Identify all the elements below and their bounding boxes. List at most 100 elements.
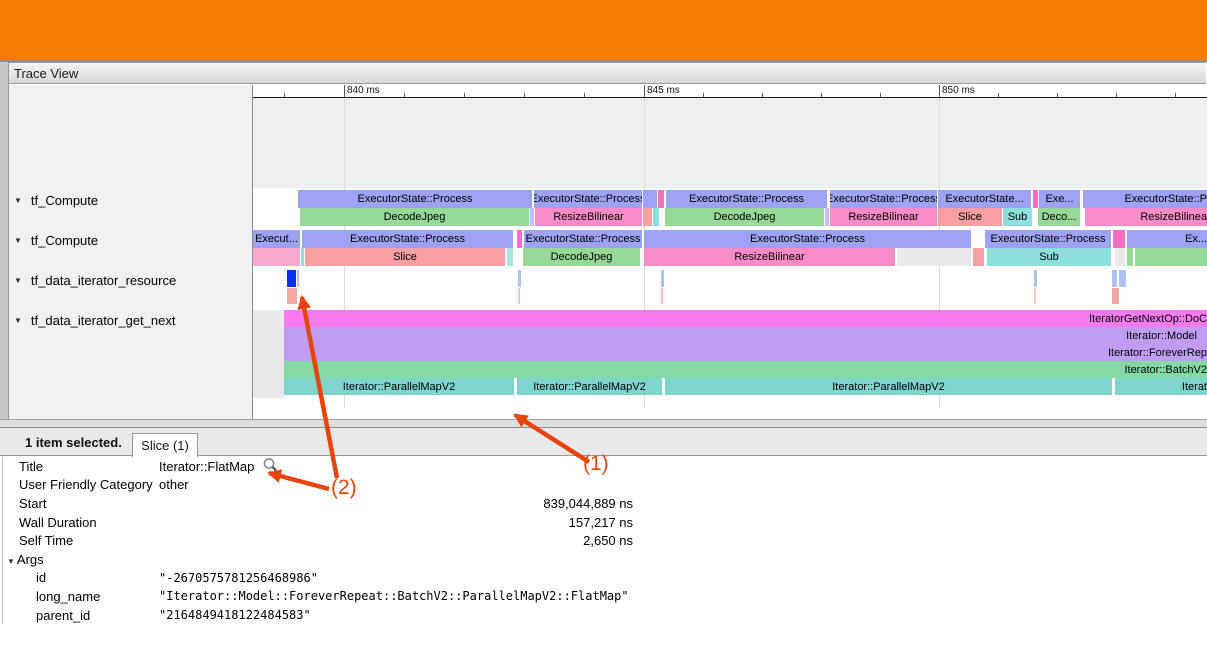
trace-slice[interactable] xyxy=(1119,270,1126,287)
trace-slice[interactable]: Ex... xyxy=(1127,230,1207,248)
detail-row-user-friendly-category: User Friendly Categoryother xyxy=(3,476,1203,495)
trace-slice[interactable] xyxy=(1112,288,1119,304)
trace-slice[interactable] xyxy=(1034,270,1037,287)
trace-slice[interactable] xyxy=(1113,230,1125,248)
trace-view-title: Trace View xyxy=(14,66,78,81)
trace-slice[interactable]: Iterator::Model xyxy=(284,327,1207,344)
trace-slice[interactable]: ResizeBilinea xyxy=(1085,208,1207,226)
trace-slice[interactable] xyxy=(518,270,521,287)
magnifier-icon[interactable] xyxy=(262,457,278,476)
trace-slice[interactable] xyxy=(658,190,664,208)
trace-slice[interactable]: Execut... xyxy=(253,230,300,248)
trace-slice[interactable] xyxy=(253,248,300,266)
track-label-1[interactable]: ▼ tf_Compute xyxy=(14,232,98,248)
detail-row-long-name: long_name"Iterator::Model::ForeverRepeat… xyxy=(3,587,1203,606)
trace-slice[interactable] xyxy=(643,190,657,208)
detail-row-title: TitleIterator::FlatMap xyxy=(3,457,1203,476)
trace-slice[interactable]: ResizeBilinear xyxy=(535,208,642,226)
trace-slice[interactable]: ExecutorState::Process xyxy=(830,190,937,208)
detail-row-id: id"-2670575781256468986" xyxy=(3,569,1203,588)
track-label-2[interactable]: ▼tf_data_iterator_resource xyxy=(14,272,176,288)
trace-slice[interactable]: ExecutorState::Process xyxy=(985,230,1111,248)
trace-slice[interactable] xyxy=(653,208,659,226)
trace-slice[interactable]: Sub xyxy=(1003,208,1032,226)
ruler-tick-major xyxy=(344,85,345,97)
trace-slice[interactable] xyxy=(301,248,304,266)
ruler-tick-minor xyxy=(1175,93,1176,97)
trace-slice[interactable]: ExecutorState::Process xyxy=(298,190,532,208)
trace-slice[interactable] xyxy=(297,270,299,287)
trace-slice[interactable]: IteratorGetNextOp::DoC xyxy=(284,310,1207,327)
trace-slice[interactable]: ExecutorState::P xyxy=(1083,190,1207,208)
args-group-label[interactable]: ▼Args xyxy=(3,552,154,567)
top-banner xyxy=(0,0,1207,62)
trace-slice[interactable] xyxy=(517,230,522,248)
trace-slice[interactable] xyxy=(897,248,971,266)
empty-track-area xyxy=(253,98,1207,188)
trace-viewer-window: Trace View ▼ tf_Compute ▼ tf_Compute ▼tf_dat… xyxy=(0,0,1207,664)
trace-slice[interactable] xyxy=(825,208,829,226)
trace-slice[interactable]: Exe... xyxy=(1039,190,1080,208)
trace-slice[interactable] xyxy=(1034,288,1036,304)
detail-value: other xyxy=(159,477,189,492)
trace-slice[interactable]: Iterator::ParallelMapV2 xyxy=(284,378,514,395)
trace-slice[interactable]: Slice xyxy=(938,208,1002,226)
trace-slice[interactable]: ExecutorState::Process xyxy=(302,230,513,248)
trace-slice[interactable]: Slice xyxy=(305,248,505,266)
trace-slice[interactable] xyxy=(1127,248,1133,266)
trace-slice[interactable] xyxy=(1112,270,1117,287)
resource-bottom-row xyxy=(253,288,1207,304)
trace-slice[interactable]: DecodeJpeg xyxy=(665,208,824,226)
trace-slice[interactable]: ExecutorState::Process xyxy=(524,230,642,248)
selection-count-text: 1 item selected. xyxy=(25,435,122,450)
trace-slice[interactable] xyxy=(661,288,663,304)
ruler-tick-minor xyxy=(1057,93,1058,97)
selected-trace-slice[interactable] xyxy=(287,270,296,287)
ruler-tick-major xyxy=(939,85,940,97)
trace-slice[interactable] xyxy=(661,270,664,287)
trace-slice[interactable] xyxy=(518,288,520,304)
trace-slice[interactable] xyxy=(507,248,513,266)
track-label-text: tf_Compute xyxy=(31,193,98,208)
trace-slice[interactable] xyxy=(1135,248,1207,266)
args-collapse-triangle-icon[interactable]: ▼ xyxy=(7,557,15,566)
track-label-3[interactable]: ▼tf_data_iterator_get_next xyxy=(14,312,175,328)
trace-slice[interactable] xyxy=(1115,248,1125,266)
trace-slice[interactable]: Iterator::ParallelMapV2 xyxy=(665,378,1112,395)
trace-slice[interactable]: Sub xyxy=(987,248,1111,266)
detail-value: "Iterator::Model::ForeverRepeat::BatchV2… xyxy=(159,589,629,603)
trace-slice[interactable]: Iterator::ParallelMapV2 xyxy=(517,378,662,395)
trace-slice[interactable]: Iterator::BatchV2 xyxy=(284,361,1207,378)
detail-value: "2164849418122484583" xyxy=(159,608,311,622)
trace-slice[interactable]: ExecutorState::Process xyxy=(644,230,971,248)
trace-slice[interactable] xyxy=(1033,190,1038,208)
trace-slice[interactable] xyxy=(287,288,297,304)
ruler-tick-minor xyxy=(1116,93,1117,97)
trace-slice[interactable]: DecodeJpeg xyxy=(523,248,640,266)
time-ruler: 840 ms845 ms850 ms xyxy=(253,85,1207,98)
trace-slice[interactable]: ExecutorState::Process xyxy=(666,190,827,208)
collapse-triangle-icon: ▼ xyxy=(14,236,22,245)
track-label-0[interactable]: ▼tf_Compute xyxy=(14,192,98,208)
ruler-tick-minor xyxy=(880,93,881,97)
ruler-tick-major xyxy=(644,85,645,97)
trace-slice[interactable]: Iterat xyxy=(1115,378,1207,395)
ruler-tick-minor xyxy=(284,93,285,97)
trace-slice[interactable]: ExecutorState... xyxy=(938,190,1031,208)
ruler-tick-label: 840 ms xyxy=(347,85,380,96)
track-label-text: tf_Compute xyxy=(31,233,98,248)
trace-slice[interactable]: Iterator::ForeverRep xyxy=(284,344,1207,361)
ruler-tick-minor xyxy=(464,93,465,97)
horizontal-splitter[interactable] xyxy=(0,419,1207,428)
getnext-row-2: Iterator::Model xyxy=(253,327,1207,344)
tab-slice[interactable]: Slice (1) xyxy=(132,433,198,457)
trace-slice[interactable] xyxy=(643,208,652,226)
getnext-row-1: IteratorGetNextOp::DoC xyxy=(253,310,1207,327)
trace-slice[interactable]: DecodeJpeg xyxy=(300,208,529,226)
trace-slice[interactable]: Deco... xyxy=(1038,208,1080,226)
trace-slice[interactable] xyxy=(973,248,984,266)
trace-slice[interactable]: ResizeBilinear xyxy=(644,248,895,266)
trace-slice[interactable]: ResizeBilinear xyxy=(830,208,937,226)
trace-slice[interactable] xyxy=(530,208,534,226)
trace-slice[interactable]: ExecutorState::Process xyxy=(534,190,642,208)
